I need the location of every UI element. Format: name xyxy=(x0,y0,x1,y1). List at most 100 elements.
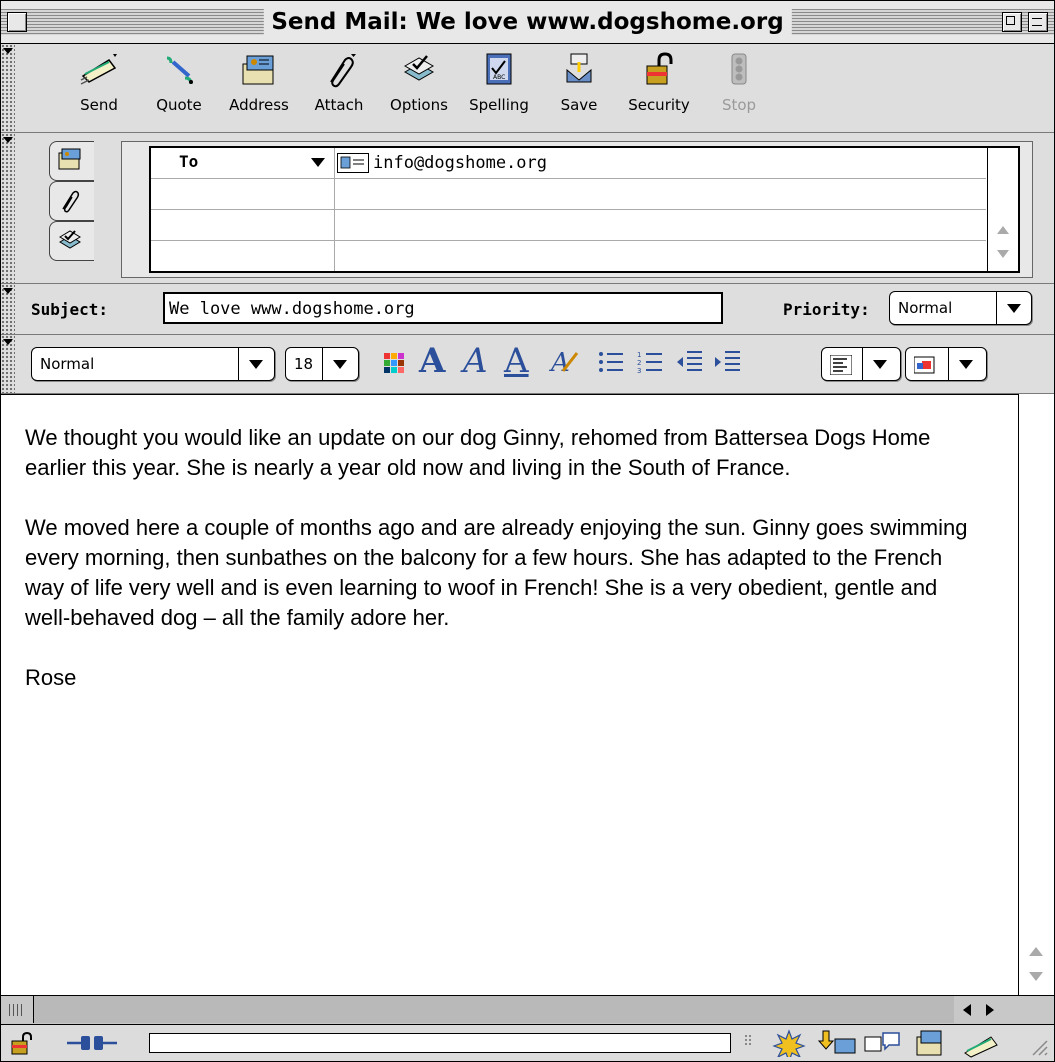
svg-text:1: 1 xyxy=(637,351,641,359)
scroll-track[interactable] xyxy=(34,996,954,1023)
chevron-down-icon xyxy=(873,360,887,369)
format-grip[interactable] xyxy=(1,335,15,393)
address-card-icon[interactable] xyxy=(915,1029,945,1057)
insert-select[interactable] xyxy=(905,347,987,381)
title-bar[interactable]: Send Mail: We love www.dogshome.org xyxy=(1,1,1054,44)
address-panel: To info@dogshome.org xyxy=(1,133,1054,284)
stop-button[interactable]: Stop xyxy=(699,50,779,126)
address-card-icon xyxy=(58,148,81,170)
window-title: Send Mail: We love www.dogshome.org xyxy=(263,9,792,35)
svg-text:3: 3 xyxy=(637,367,641,373)
address-book-icon xyxy=(242,55,274,85)
decrease-indent-icon[interactable] xyxy=(675,349,703,375)
scroll-down-arrow-icon[interactable] xyxy=(997,250,1009,258)
stop-icon xyxy=(731,53,747,85)
recipient-row[interactable] xyxy=(151,241,986,271)
svg-text:2: 2 xyxy=(637,359,641,367)
resize-grip-icon[interactable] xyxy=(1027,1035,1049,1057)
scroll-down-arrow-icon[interactable] xyxy=(1029,972,1043,981)
chevron-down-icon xyxy=(959,360,973,369)
recipient-row[interactable] xyxy=(151,210,986,241)
toolbar-grip[interactable] xyxy=(1,44,15,132)
text-style-icon[interactable]: A xyxy=(549,347,579,377)
italic-icon[interactable]: A xyxy=(463,341,488,381)
connection-plug-icon xyxy=(67,1036,117,1050)
attach-button[interactable]: Attach xyxy=(299,50,379,126)
spelling-button[interactable]: ABC Spelling xyxy=(459,50,539,126)
scroll-up-arrow-icon[interactable] xyxy=(997,226,1009,234)
address-grip[interactable] xyxy=(1,133,15,283)
status-bar xyxy=(1,1024,1054,1061)
zoom-box-icon[interactable] xyxy=(1002,12,1022,32)
unlocked-padlock-icon[interactable] xyxy=(9,1030,35,1056)
bold-icon[interactable]: A xyxy=(419,341,445,381)
signature: Rose xyxy=(25,665,77,690)
padlock-icon xyxy=(646,52,673,85)
body-paragraph: We moved here a couple of months ago and… xyxy=(25,515,968,630)
scroll-up-arrow-icon[interactable] xyxy=(1029,947,1043,956)
options-button[interactable]: Options xyxy=(379,50,459,126)
message-text[interactable]: We thought you would like an update on o… xyxy=(25,423,985,723)
body-vertical-scrollbar[interactable] xyxy=(1019,394,1054,995)
send-icon xyxy=(80,54,117,85)
scroll-right-arrow-icon[interactable] xyxy=(986,1004,994,1016)
align-left-icon xyxy=(830,355,852,375)
alignment-select[interactable] xyxy=(821,347,901,381)
formatting-bar: Normal 18 A A A A 1 2 3 xyxy=(1,335,1054,394)
quote-button[interactable]: Quote xyxy=(139,50,219,126)
message-body[interactable]: We thought you would like an update on o… xyxy=(1,394,1019,995)
subject-grip[interactable] xyxy=(1,284,15,334)
chevron-down-icon xyxy=(249,360,263,369)
recipient-scrollbar[interactable] xyxy=(987,148,1018,271)
subject-bar: Subject: We love www.dogshome.org Priori… xyxy=(1,284,1054,335)
toolbar: Send Quote Address Attach Options ABC Sp… xyxy=(1,44,1054,133)
tab-attachments[interactable] xyxy=(49,181,94,221)
scroll-thumb[interactable] xyxy=(1,996,34,1023)
quote-icon xyxy=(166,56,193,85)
contact-card-icon xyxy=(337,153,369,173)
options-icon xyxy=(59,230,81,249)
save-icon xyxy=(566,53,592,83)
close-box-icon[interactable] xyxy=(7,12,27,32)
options-icon xyxy=(403,55,435,81)
drag-grip-icon xyxy=(745,1035,751,1045)
recipient-row[interactable]: To info@dogshome.org xyxy=(151,148,986,179)
underline-icon[interactable]: A xyxy=(504,341,529,381)
scroll-left-arrow-icon[interactable] xyxy=(963,1004,971,1016)
chevron-down-icon xyxy=(333,360,347,369)
paperclip-icon xyxy=(330,54,356,88)
address-button[interactable]: Address xyxy=(219,50,299,126)
svg-text:ABC: ABC xyxy=(493,74,505,81)
body-paragraph: We thought you would like an update on o… xyxy=(25,425,931,480)
tab-addressing[interactable] xyxy=(49,141,94,181)
security-button[interactable]: Security xyxy=(619,50,699,126)
send-button[interactable]: Send xyxy=(59,50,139,126)
recipient-list[interactable]: To info@dogshome.org xyxy=(149,146,1020,273)
increase-indent-icon[interactable] xyxy=(713,349,741,375)
bullet-list-icon[interactable] xyxy=(598,351,624,373)
recipient-address[interactable]: info@dogshome.org xyxy=(373,153,547,173)
color-palette-icon[interactable] xyxy=(384,353,404,373)
numbered-list-icon[interactable]: 1 2 3 xyxy=(637,351,663,373)
recipient-type-dropdown-icon[interactable] xyxy=(311,158,325,167)
subject-input[interactable]: We love www.dogshome.org xyxy=(163,292,723,324)
svg-text:A: A xyxy=(549,348,570,377)
save-button[interactable]: Save xyxy=(539,50,619,126)
download-mail-icon[interactable] xyxy=(817,1029,857,1057)
recipient-type-label: To xyxy=(179,152,199,171)
recipient-row[interactable] xyxy=(151,179,986,210)
compose-icon[interactable] xyxy=(961,1027,1001,1059)
spelling-icon: ABC xyxy=(486,53,512,85)
priority-label: Priority: xyxy=(783,300,870,319)
chat-bubbles-icon[interactable] xyxy=(863,1029,903,1057)
insert-image-icon xyxy=(914,356,935,374)
send-mail-window: Send Mail: We love www.dogshome.org Send… xyxy=(0,0,1055,1062)
tab-options[interactable] xyxy=(49,221,94,261)
paragraph-style-select[interactable]: Normal xyxy=(31,347,275,381)
priority-select[interactable]: Normal xyxy=(889,291,1032,325)
chevron-down-icon xyxy=(1007,304,1021,313)
font-size-select[interactable]: 18 xyxy=(285,347,359,381)
body-horizontal-scrollbar[interactable] xyxy=(1,995,1054,1024)
collapse-box-icon[interactable] xyxy=(1028,12,1048,32)
burst-icon[interactable] xyxy=(771,1029,807,1057)
